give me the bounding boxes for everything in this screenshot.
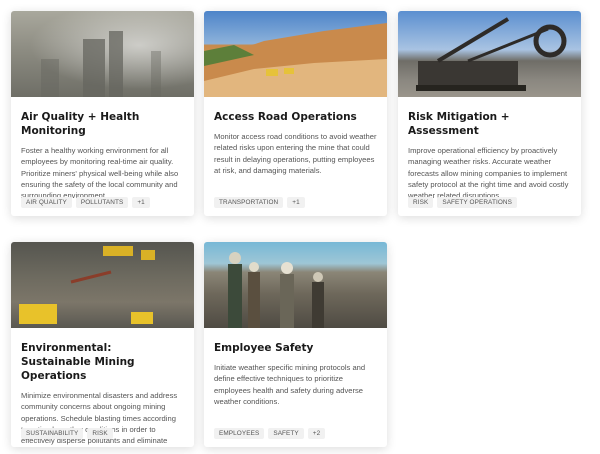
card-air-quality[interactable]: Air Quality + Health Monitoring Foster a… — [11, 11, 194, 216]
tag-more[interactable]: +1 — [132, 197, 150, 208]
card-description: Initiate weather specific mining protoco… — [214, 363, 366, 406]
card-title: Air Quality + Health Monitoring — [21, 111, 140, 137]
mining-trucks-illustration — [19, 246, 155, 324]
tag[interactable]: TRANSPORTATION — [214, 197, 284, 208]
card-risk-mitigation[interactable]: Risk Mitigation + Assessment Improve ope… — [398, 11, 581, 216]
card-tags: AIR QUALITY POLLUTANTS +1 — [21, 197, 150, 208]
tag[interactable]: RISK — [87, 428, 113, 439]
tag[interactable]: AIR QUALITY — [21, 197, 72, 208]
card-tags: RISK SAFETY OPERATIONS — [408, 197, 517, 208]
tag[interactable]: SAFETY OPERATIONS — [437, 197, 517, 208]
card-image-air-quality — [11, 11, 194, 97]
tag[interactable]: SAFETY — [268, 428, 304, 439]
card-description: Monitor access road conditions to avoid … — [214, 132, 377, 175]
card-image-employee-safety — [204, 242, 387, 328]
tag[interactable]: SUSTAINABILITY — [21, 428, 84, 439]
tag-more[interactable]: +1 — [287, 197, 305, 208]
card-title: Risk Mitigation + Assessment — [408, 111, 510, 137]
tag[interactable]: POLLUTANTS — [75, 197, 129, 208]
workers-illustration — [228, 252, 324, 328]
tag[interactable]: EMPLOYEES — [214, 428, 265, 439]
card-title: Environmental: Sustainable Mining Operat… — [21, 342, 135, 382]
card-environmental[interactable]: Environmental: Sustainable Mining Operat… — [11, 242, 194, 447]
card-employee-safety[interactable]: Employee Safety Initiate weather specifi… — [204, 242, 387, 447]
excavator-illustration — [416, 17, 567, 91]
road-scene-illustration — [204, 23, 387, 97]
card-image-access-road — [204, 11, 387, 97]
card-description: Improve operational efficiency by proact… — [408, 146, 569, 201]
card-image-environmental — [11, 242, 194, 328]
tag[interactable]: RISK — [408, 197, 434, 208]
card-tags: EMPLOYEES SAFETY +2 — [214, 428, 326, 439]
card-title: Access Road Operations — [214, 111, 357, 123]
card-access-road[interactable]: Access Road Operations Monitor access ro… — [204, 11, 387, 216]
card-title: Employee Safety — [214, 342, 314, 354]
card-tags: TRANSPORTATION +1 — [214, 197, 305, 208]
card-description: Foster a healthy working environment for… — [21, 146, 179, 201]
card-image-risk-mitigation — [398, 11, 581, 97]
tag-more[interactable]: +2 — [307, 428, 326, 439]
card-tags: SUSTAINABILITY RISK — [21, 428, 113, 439]
